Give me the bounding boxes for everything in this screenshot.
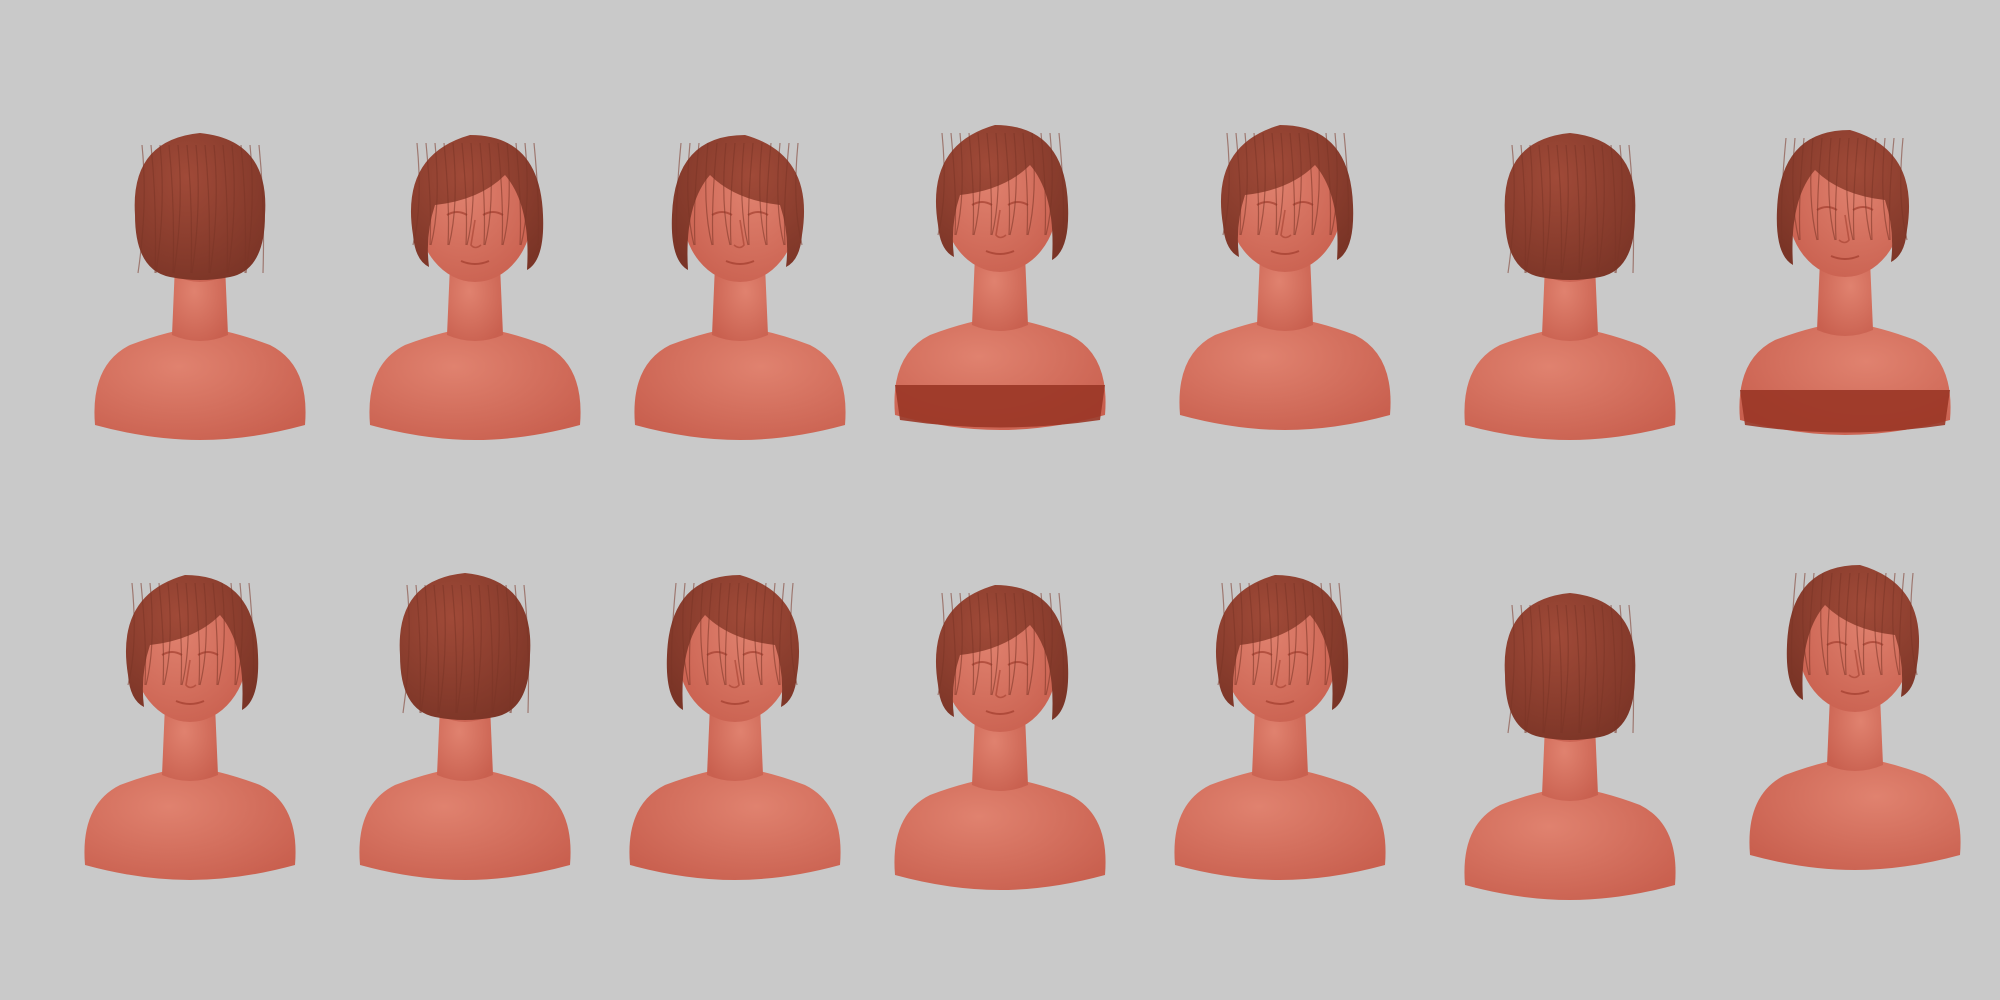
shoulders: [634, 327, 846, 440]
bust-render: [80, 95, 320, 465]
shoulders: [1179, 317, 1391, 430]
bust-render: [880, 545, 1120, 915]
bust-render: [615, 535, 855, 905]
shoulders: [94, 327, 306, 440]
bust-render: [355, 95, 595, 465]
shoulders: [369, 327, 581, 440]
bust-grid: [0, 0, 2000, 1000]
bust-render: [620, 95, 860, 465]
bust-illustration: [634, 135, 846, 440]
bust-illustration: [369, 135, 581, 440]
bust-render: [1165, 85, 1405, 455]
bust-render: [345, 535, 585, 905]
shoulders: [1174, 767, 1386, 880]
bust-render: [1450, 95, 1690, 465]
shoulders: [1464, 327, 1676, 440]
render-sheet: [0, 0, 2000, 1000]
bust-render: [1160, 535, 1400, 905]
shoulders: [84, 767, 296, 880]
bust-illustration: [94, 133, 306, 440]
bust-illustration: [894, 125, 1106, 430]
shoulders: [1464, 787, 1676, 900]
bust-illustration: [1464, 133, 1676, 440]
shoulders: [359, 767, 571, 880]
bust-illustration: [1739, 130, 1951, 435]
bust-render: [70, 535, 310, 905]
bust-illustration: [1464, 593, 1676, 900]
bust-render: [880, 85, 1120, 455]
shoulders: [1749, 757, 1961, 870]
bust-render: [1725, 90, 1965, 460]
bust-illustration: [1174, 575, 1386, 880]
bust-illustration: [84, 575, 296, 880]
bust-illustration: [894, 585, 1106, 890]
shoulders: [629, 767, 841, 880]
bust-illustration: [1179, 125, 1391, 430]
bust-render: [1735, 525, 1975, 895]
shoulders: [894, 777, 1106, 890]
bust-illustration: [629, 575, 841, 880]
bust-illustration: [359, 573, 571, 880]
bust-render: [1450, 555, 1690, 925]
bust-illustration: [1749, 565, 1961, 870]
